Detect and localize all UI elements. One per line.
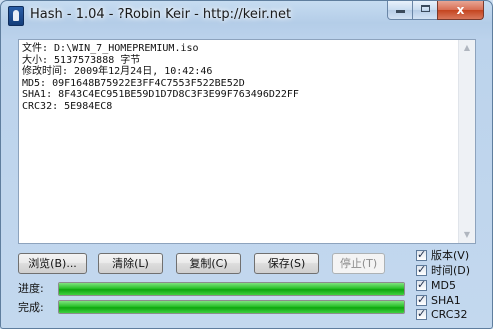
hash-output-textbox[interactable]: 文件: D:\WIN_7_HOMEPREMIUM.iso 大小: 5137573… xyxy=(18,39,476,244)
browse-button[interactable]: 浏览(B)... xyxy=(18,253,87,274)
maximize-button[interactable] xyxy=(412,1,438,20)
complete-bar-fill xyxy=(59,301,404,313)
save-button[interactable]: 保存(S) xyxy=(254,253,319,274)
progress-bar xyxy=(58,282,405,296)
output-line-sha1: SHA1: 8F43C4EC951BE59D1D7D8C3F3E99F76349… xyxy=(22,89,299,100)
scroll-down-icon[interactable]: ▼ xyxy=(459,227,475,243)
output-line-crc32: CRC32: 5E984EC8 xyxy=(22,100,113,112)
option-label: CRC32 xyxy=(431,308,468,321)
checkbox-checked-icon[interactable] xyxy=(416,293,427,306)
output-line-modified: 修改时间: 2009年12月24日, 10:42:46 xyxy=(22,66,213,77)
vertical-scrollbar[interactable]: ▲ ▼ xyxy=(458,40,475,243)
checkbox-checked-icon[interactable] xyxy=(416,307,427,320)
checkbox-checked-icon[interactable] xyxy=(416,278,427,291)
output-line-md5: MD5: 09F1648B75922E3FF4C7553F522BE52D xyxy=(22,77,245,89)
option-label: 时间(D) xyxy=(431,264,471,277)
title-bar[interactable]: Hash - 1.04 - ?Robin Keir - http://keir.… xyxy=(1,1,492,31)
progress-label: 进度: xyxy=(18,282,44,295)
scroll-up-icon[interactable]: ▲ xyxy=(459,40,475,56)
output-line-size: 大小: 5137573888 字节 xyxy=(22,54,141,66)
stop-button[interactable]: 停止(T) xyxy=(332,253,385,274)
copy-button[interactable]: 复制(C) xyxy=(176,253,241,274)
close-icon: x xyxy=(456,3,465,17)
app-lock-icon xyxy=(8,6,24,26)
maximize-icon xyxy=(420,5,430,12)
minimize-icon xyxy=(395,10,405,13)
clear-button[interactable]: 清除(L) xyxy=(98,253,163,274)
option-label: MD5 xyxy=(431,279,456,292)
complete-label: 完成: xyxy=(18,301,44,314)
output-text: 文件: D:\WIN_7_HOMEPREMIUM.iso 大小: 5137573… xyxy=(22,43,459,112)
option-label: SHA1 xyxy=(431,294,461,307)
output-line-file: 文件: D:\WIN_7_HOMEPREMIUM.iso xyxy=(22,43,199,54)
hash-window: Hash - 1.04 - ?Robin Keir - http://keir.… xyxy=(0,0,493,329)
window-title: Hash - 1.04 - ?Robin Keir - http://keir.… xyxy=(30,7,292,22)
complete-bar xyxy=(58,300,405,314)
minimize-button[interactable] xyxy=(387,1,413,20)
close-button[interactable]: x xyxy=(437,1,484,20)
checkbox-checked-icon[interactable] xyxy=(416,248,427,261)
progress-bar-fill xyxy=(59,283,404,295)
option-label: 版本(V) xyxy=(431,249,470,262)
checkbox-checked-icon[interactable] xyxy=(416,263,427,276)
